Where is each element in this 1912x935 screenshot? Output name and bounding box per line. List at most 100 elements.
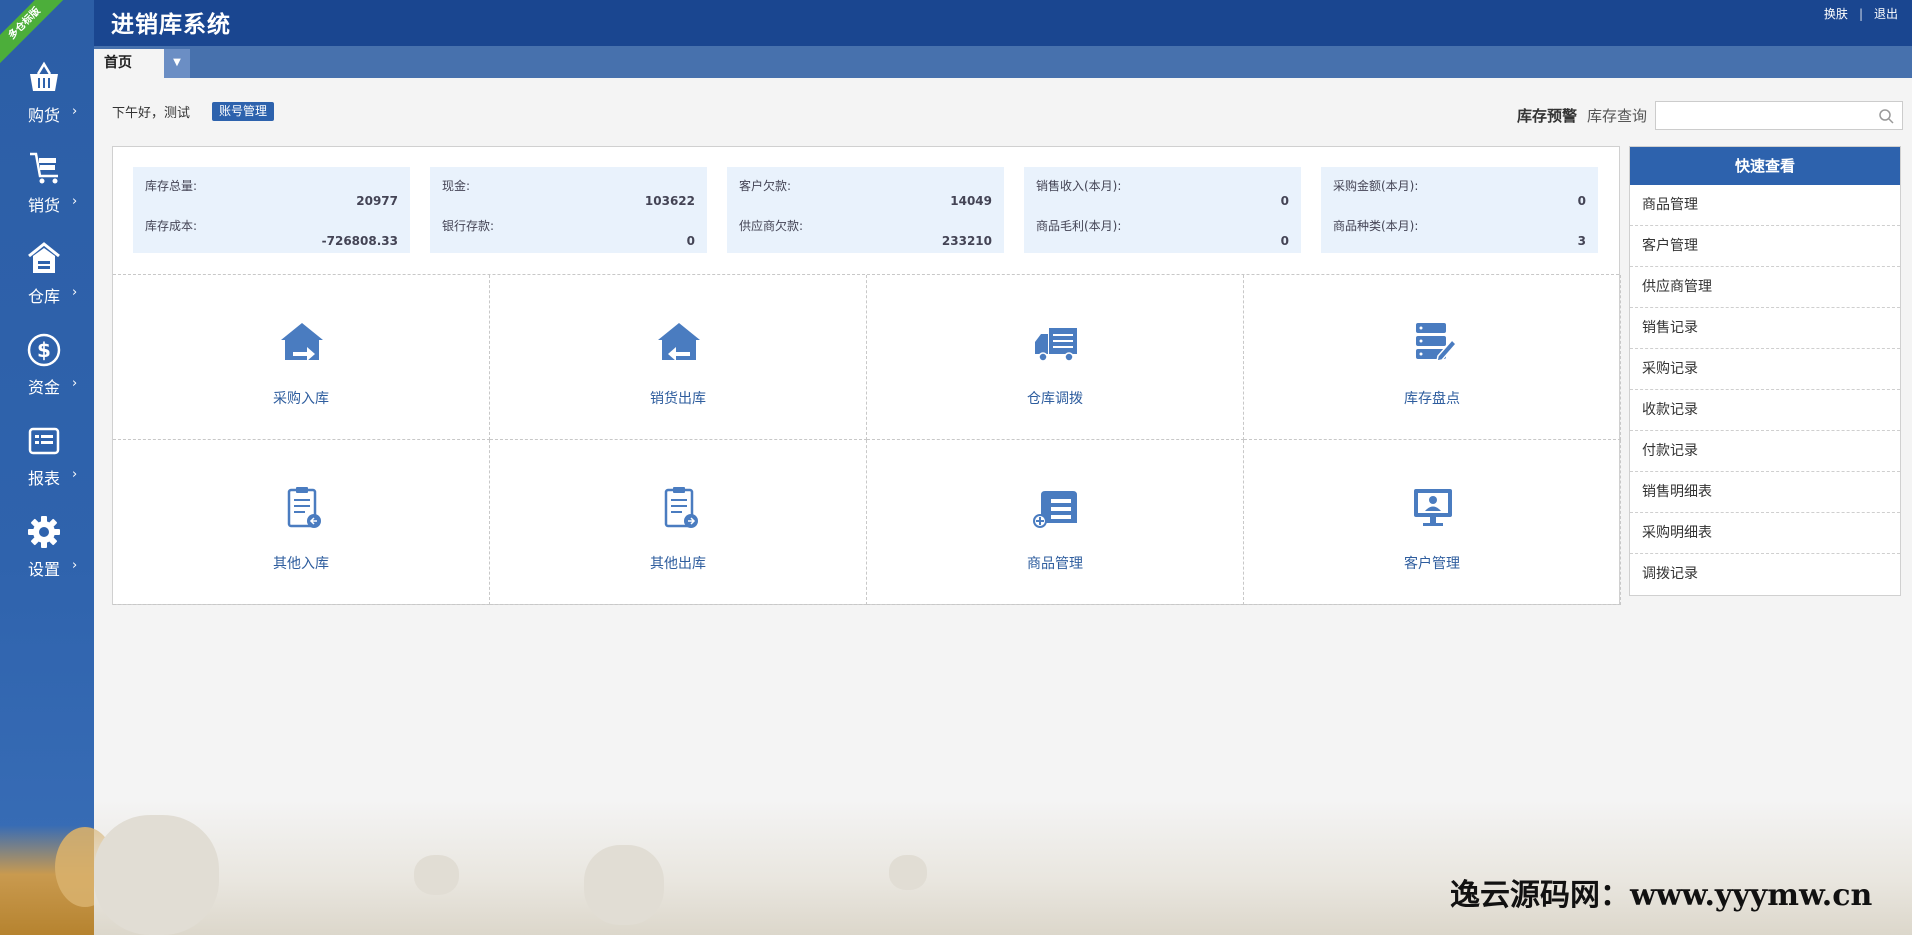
sidebar-item-funds[interactable]: $ 资金 › [0, 332, 94, 422]
hay-bale-image [584, 845, 664, 925]
stat-value: 14049 [950, 194, 992, 208]
quick-view-item[interactable]: 采购记录 [1630, 349, 1900, 390]
shortcut-label: 销货出库 [650, 391, 706, 407]
stat-value: 0 [1577, 194, 1586, 208]
stat-key: 现金: [442, 179, 471, 193]
sidebar-item-label: 销货 [28, 196, 61, 215]
shortcut-purchase-in[interactable]: 采购入库 [113, 275, 490, 440]
purchase-in-icon [281, 323, 323, 361]
hay-bale-image [889, 855, 927, 890]
quick-view-item[interactable]: 调拨记录 [1630, 554, 1900, 595]
chevron-right-icon: › [72, 285, 78, 300]
stock-query-label: 库存查询 [1587, 107, 1648, 125]
greeting-text: 下午好，测试 [112, 106, 191, 121]
sidebar-item-reports[interactable]: 报表 › [0, 423, 94, 513]
search-icon[interactable] [1878, 108, 1894, 124]
corner-badge: 多仓标版 [0, 0, 64, 64]
stat-key: 客户欠款: [739, 179, 792, 193]
shortcut-label: 商品管理 [1027, 556, 1083, 572]
chevron-down-icon: ▼ [173, 57, 181, 68]
quick-view-item[interactable]: 采购明细表 [1630, 513, 1900, 554]
sidebar-item-label: 报表 [28, 469, 61, 488]
other-in-icon [287, 487, 321, 528]
customer-manage-icon [1414, 489, 1452, 526]
shortcut-other-in[interactable]: 其他入库 [113, 440, 490, 605]
chevron-right-icon: › [72, 467, 78, 482]
link-separator: | [1858, 6, 1863, 21]
quick-view-title: 快速查看 [1630, 147, 1900, 185]
watermark-text: 逸云源码网：www.yyymw.cn [1450, 878, 1873, 913]
stat-card-sales: 销售收入(本月): 0 商品毛利(本月): 0 [1024, 167, 1301, 253]
top-header: 进销库系统 换肤 | 退出 [0, 0, 1912, 46]
basket-icon [30, 61, 58, 91]
stat-card-cash: 现金: 103622 银行存款: 0 [430, 167, 707, 253]
sidebar-item-label: 资金 [28, 378, 61, 397]
sales-out-icon [658, 323, 700, 361]
shortcut-label: 其他出库 [650, 556, 706, 572]
sidebar-item-purchase[interactable]: 购货 › [0, 60, 94, 150]
sidebar-item-sales[interactable]: 销货 › [0, 150, 94, 240]
dashboard-panel: 库存总量: 20977 库存成本: -726808.33 现金: 103622 … [112, 146, 1621, 605]
stat-value: 0 [686, 234, 695, 248]
shortcut-label: 仓库调拨 [1027, 391, 1083, 407]
stock-warning-link[interactable]: 库存预警 [1517, 105, 1577, 126]
shortcut-product-manage[interactable]: 商品管理 [867, 440, 1244, 605]
tab-home[interactable]: 首页 [94, 49, 164, 78]
truck-icon [1035, 328, 1077, 362]
stat-key: 商品种类(本月): [1333, 219, 1419, 233]
background-field-image [94, 800, 1912, 935]
quick-view-item[interactable]: 销售明细表 [1630, 472, 1900, 513]
stat-key: 供应商欠款: [739, 219, 804, 233]
app-title: 进销库系统 [111, 12, 231, 38]
gear-icon [28, 516, 60, 548]
quick-view-item[interactable]: 收款记录 [1630, 390, 1900, 431]
shortcut-transfer[interactable]: 仓库调拨 [867, 275, 1244, 440]
stat-key: 库存成本: [145, 219, 198, 233]
shortcut-label: 其他入库 [273, 556, 329, 572]
chevron-right-icon: › [72, 376, 78, 391]
quick-view-item[interactable]: 商品管理 [1630, 185, 1900, 226]
chevron-right-icon: › [72, 104, 78, 119]
quick-view-item[interactable]: 供应商管理 [1630, 267, 1900, 308]
account-manage-button[interactable]: 账号管理 [212, 102, 275, 121]
cart-icon [30, 152, 58, 184]
quick-view-item[interactable]: 销售记录 [1630, 308, 1900, 349]
sidebar-item-label: 仓库 [28, 287, 61, 306]
quick-view-item[interactable]: 付款记录 [1630, 431, 1900, 472]
quick-view-panel: 快速查看 商品管理 客户管理 供应商管理 销售记录 采购记录 收款记录 付款记录… [1629, 146, 1901, 596]
sidebar-item-warehouse[interactable]: 仓库 › [0, 241, 94, 331]
hay-bale-image [94, 815, 219, 935]
dollar-icon: $ [27, 333, 61, 367]
skin-link[interactable]: 换肤 [1824, 5, 1848, 22]
shortcut-grid: 采购入库 销货出库 仓库调拨 库存盘点 其他入库 其他出库 商品管理 客户管理 [113, 274, 1621, 605]
shortcut-customer-manage[interactable]: 客户管理 [1244, 440, 1621, 605]
shortcut-label: 采购入库 [273, 391, 329, 407]
shortcut-sales-out[interactable]: 销货出库 [490, 275, 867, 440]
other-out-icon [664, 487, 698, 528]
stat-value: 0 [1280, 234, 1289, 248]
stock-search-input[interactable] [1655, 101, 1903, 130]
product-manage-icon [1033, 491, 1077, 528]
stat-key: 销售收入(本月): [1036, 179, 1122, 193]
sidebar-item-settings[interactable]: 设置 › [0, 514, 94, 604]
shortcut-other-out[interactable]: 其他出库 [490, 440, 867, 605]
stat-value: 103622 [644, 194, 695, 208]
stat-card-purchase: 采购金额(本月): 0 商品种类(本月): 3 [1321, 167, 1598, 253]
sidebar-item-label: 购货 [28, 106, 61, 125]
shortcut-label: 客户管理 [1404, 556, 1460, 572]
stat-key: 采购金额(本月): [1333, 179, 1419, 193]
shortcut-inventory-check[interactable]: 库存盘点 [1244, 275, 1621, 440]
corner-badge-label: 多仓标版 [0, 0, 64, 64]
stat-value: 0 [1280, 194, 1289, 208]
warehouse-icon [28, 242, 60, 273]
quick-view-item[interactable]: 客户管理 [1630, 226, 1900, 267]
tab-dropdown-button[interactable]: ▼ [164, 49, 190, 78]
stat-card-debts: 客户欠款: 14049 供应商欠款: 233210 [727, 167, 1004, 253]
stat-value: 3 [1577, 234, 1586, 248]
stat-key: 库存总量: [145, 179, 198, 193]
chevron-right-icon: › [72, 558, 78, 573]
sidebar: 购货 › 销货 › 仓库 › $ 资金 › 报表 › 设置 › [0, 0, 115, 935]
stat-value: 233210 [941, 234, 992, 248]
logout-link[interactable]: 退出 [1874, 5, 1898, 22]
report-icon [28, 427, 60, 455]
